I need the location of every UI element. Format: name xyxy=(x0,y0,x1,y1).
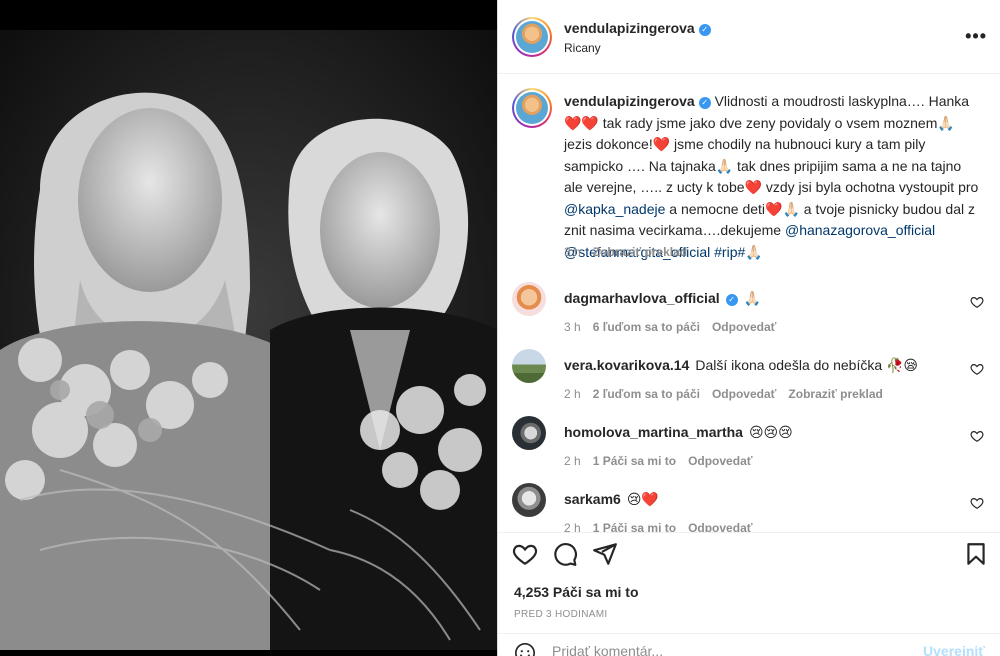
like-comment-heart-icon[interactable] xyxy=(970,496,984,510)
comment-icon[interactable] xyxy=(552,541,578,567)
comment-text: 🙏🏻 xyxy=(743,290,762,306)
heart-emoji: ❤️ xyxy=(744,179,762,195)
comment-likes[interactable]: 6 ľuďom sa to páči xyxy=(593,320,700,334)
verified-badge-icon: ✓ xyxy=(725,294,738,306)
caption-meta: 3 h Zobraziť preklad xyxy=(564,245,687,259)
bookmark-icon[interactable] xyxy=(963,541,989,567)
author-username[interactable]: vendulapizingerova xyxy=(564,20,695,36)
post-location[interactable]: Ricany xyxy=(564,41,601,55)
comment-time[interactable]: 2 h xyxy=(564,454,581,468)
comment-meta: 2 h 1 Páči sa mi to Odpovedať xyxy=(564,454,753,468)
pray-emoji: 🙏🏻 xyxy=(715,157,734,174)
comment-likes[interactable]: 2 ľuďom sa to páči xyxy=(593,387,700,401)
reply-button[interactable]: Odpovedať xyxy=(712,320,776,334)
caption-time[interactable]: 3 h xyxy=(564,245,581,259)
post-header: vendulapizingerova ✓ Ricany ••• xyxy=(498,0,1000,74)
post-actions-bar: 4,253 Páči sa mi to PRED 3 HODINAMI Uver… xyxy=(498,532,1000,656)
like-comment-heart-icon[interactable] xyxy=(970,429,984,443)
comment-time[interactable]: 3 h xyxy=(564,320,581,334)
verified-badge-icon: ✓ xyxy=(698,24,711,36)
comment-item: homolova_martina_martha 😢😢😢 2 h 1 Páči sa … xyxy=(512,416,992,476)
commenter-username[interactable]: sarkam6 xyxy=(564,491,621,507)
heart-emoji: ❤️❤️ xyxy=(564,114,599,131)
comment-line: homolova_martina_martha 😢😢😢 xyxy=(564,424,793,441)
heart-emoji: ❤️ xyxy=(652,136,671,152)
hashtag-link[interactable]: #rip# xyxy=(710,244,745,260)
caption-text: vendulapizingerova ✓ Vlidnosti a moudrost… xyxy=(564,91,982,263)
commenter-avatar[interactable] xyxy=(512,349,546,383)
comment-meta: 2 h 1 Páči sa mi to Odpovedať xyxy=(564,521,753,532)
caption-segment: a nemocne deti xyxy=(665,200,766,217)
comment-meta: 2 h 2 ľuďom sa to páči Odpovedať Zobraziť p… xyxy=(564,387,883,401)
caption-segment: vzdy jsi byla ochotna vystoupit pro xyxy=(761,179,979,195)
comment-time[interactable]: 2 h xyxy=(564,521,581,532)
commenter-avatar[interactable] xyxy=(512,483,546,517)
post-comment-button[interactable]: Uverejniť xyxy=(923,643,985,656)
reply-button[interactable]: Odpovedať xyxy=(688,454,752,468)
likes-count[interactable]: 4,253 Páči sa mi to xyxy=(514,584,639,600)
caption-segment: jezis dokonce! xyxy=(564,136,653,152)
more-options-icon[interactable]: ••• xyxy=(965,26,987,47)
post-photo-pane xyxy=(0,0,497,656)
post-photo[interactable] xyxy=(0,30,497,650)
comment-item: vera.kovarikova.14 Další ikona odešla do … xyxy=(512,349,992,409)
comment-line: vera.kovarikova.14 Další ikona odešla do … xyxy=(564,357,918,374)
smiley-icon[interactable] xyxy=(514,642,536,656)
comment-text: 😢❤️ xyxy=(626,491,659,507)
commenter-avatar[interactable] xyxy=(512,416,546,450)
post-side-panel: vendulapizingerova ✓ Ricany ••• vendulapi… xyxy=(497,0,1000,656)
comment-likes[interactable]: 1 Páči sa mi to xyxy=(593,454,676,468)
reply-button[interactable]: Odpovedať xyxy=(712,387,776,401)
caption-segment: Vlidnosti a moudrosti laskyplna…. Hanka xyxy=(714,93,970,109)
comment-item: sarkam6 😢❤️ 2 h 1 Páči sa mi to Odpovedať xyxy=(512,483,992,532)
caption-username[interactable]: vendulapizingerova xyxy=(564,93,695,109)
comment-text: Další ikona odešla do nebíčka 🥀😪 xyxy=(695,357,919,373)
reply-button[interactable]: Odpovedať xyxy=(688,521,752,532)
mention-link[interactable]: @kapka_nadeje xyxy=(564,201,665,217)
comments-list[interactable]: vendulapizingerova ✓ Vlidnosti a moudrost… xyxy=(498,74,1000,532)
comment-line: sarkam6 😢❤️ xyxy=(564,491,659,508)
post-timestamp[interactable]: PRED 3 HODINAMI xyxy=(514,609,607,620)
comment-input[interactable] xyxy=(552,643,912,656)
commenter-username[interactable]: dagmarhavlova_official xyxy=(564,290,720,306)
mention-link[interactable]: @hanazagorova_official xyxy=(785,222,935,238)
commenter-avatar[interactable] xyxy=(512,282,546,316)
pray-emoji: 🙏🏻 xyxy=(745,243,763,260)
comment-text: 😢😢😢 xyxy=(748,424,793,440)
comment-line: dagmarhavlova_official ✓ 🙏🏻 xyxy=(564,290,761,307)
comment-likes[interactable]: 1 Páči sa mi to xyxy=(593,521,676,532)
see-translation-button[interactable]: Zobraziť preklad xyxy=(788,387,882,401)
add-comment-bar: Uverejniť xyxy=(498,633,1000,656)
caption-segment: tak rady jsme jako dve zeny povidaly o v… xyxy=(598,114,938,131)
comment-time[interactable]: 2 h xyxy=(564,387,581,401)
like-comment-heart-icon[interactable] xyxy=(970,295,984,309)
comment-item: dagmarhavlova_official ✓ 🙏🏻 3 h 6 ľuďom sa … xyxy=(512,282,992,342)
heart-icon[interactable] xyxy=(512,541,538,567)
heart-pray-emoji: ❤️🙏🏻 xyxy=(765,200,800,217)
commenter-username[interactable]: homolova_martina_martha xyxy=(564,424,743,440)
caption-author-avatar[interactable] xyxy=(512,88,552,128)
verified-badge-icon: ✓ xyxy=(698,97,711,109)
see-translation-button[interactable]: Zobraziť preklad xyxy=(593,245,687,259)
comment-meta: 3 h 6 ľuďom sa to páči Odpovedať xyxy=(564,320,776,334)
commenter-username[interactable]: vera.kovarikova.14 xyxy=(564,357,689,373)
instagram-post-modal: vendulapizingerova ✓ Ricany ••• vendulapi… xyxy=(0,0,1000,656)
like-comment-heart-icon[interactable] xyxy=(970,362,984,376)
author-name-row: vendulapizingerova ✓ xyxy=(564,20,711,36)
paper-plane-icon[interactable] xyxy=(592,541,618,567)
author-avatar[interactable] xyxy=(512,17,552,57)
pray-emoji: 🙏🏻 xyxy=(937,114,955,131)
